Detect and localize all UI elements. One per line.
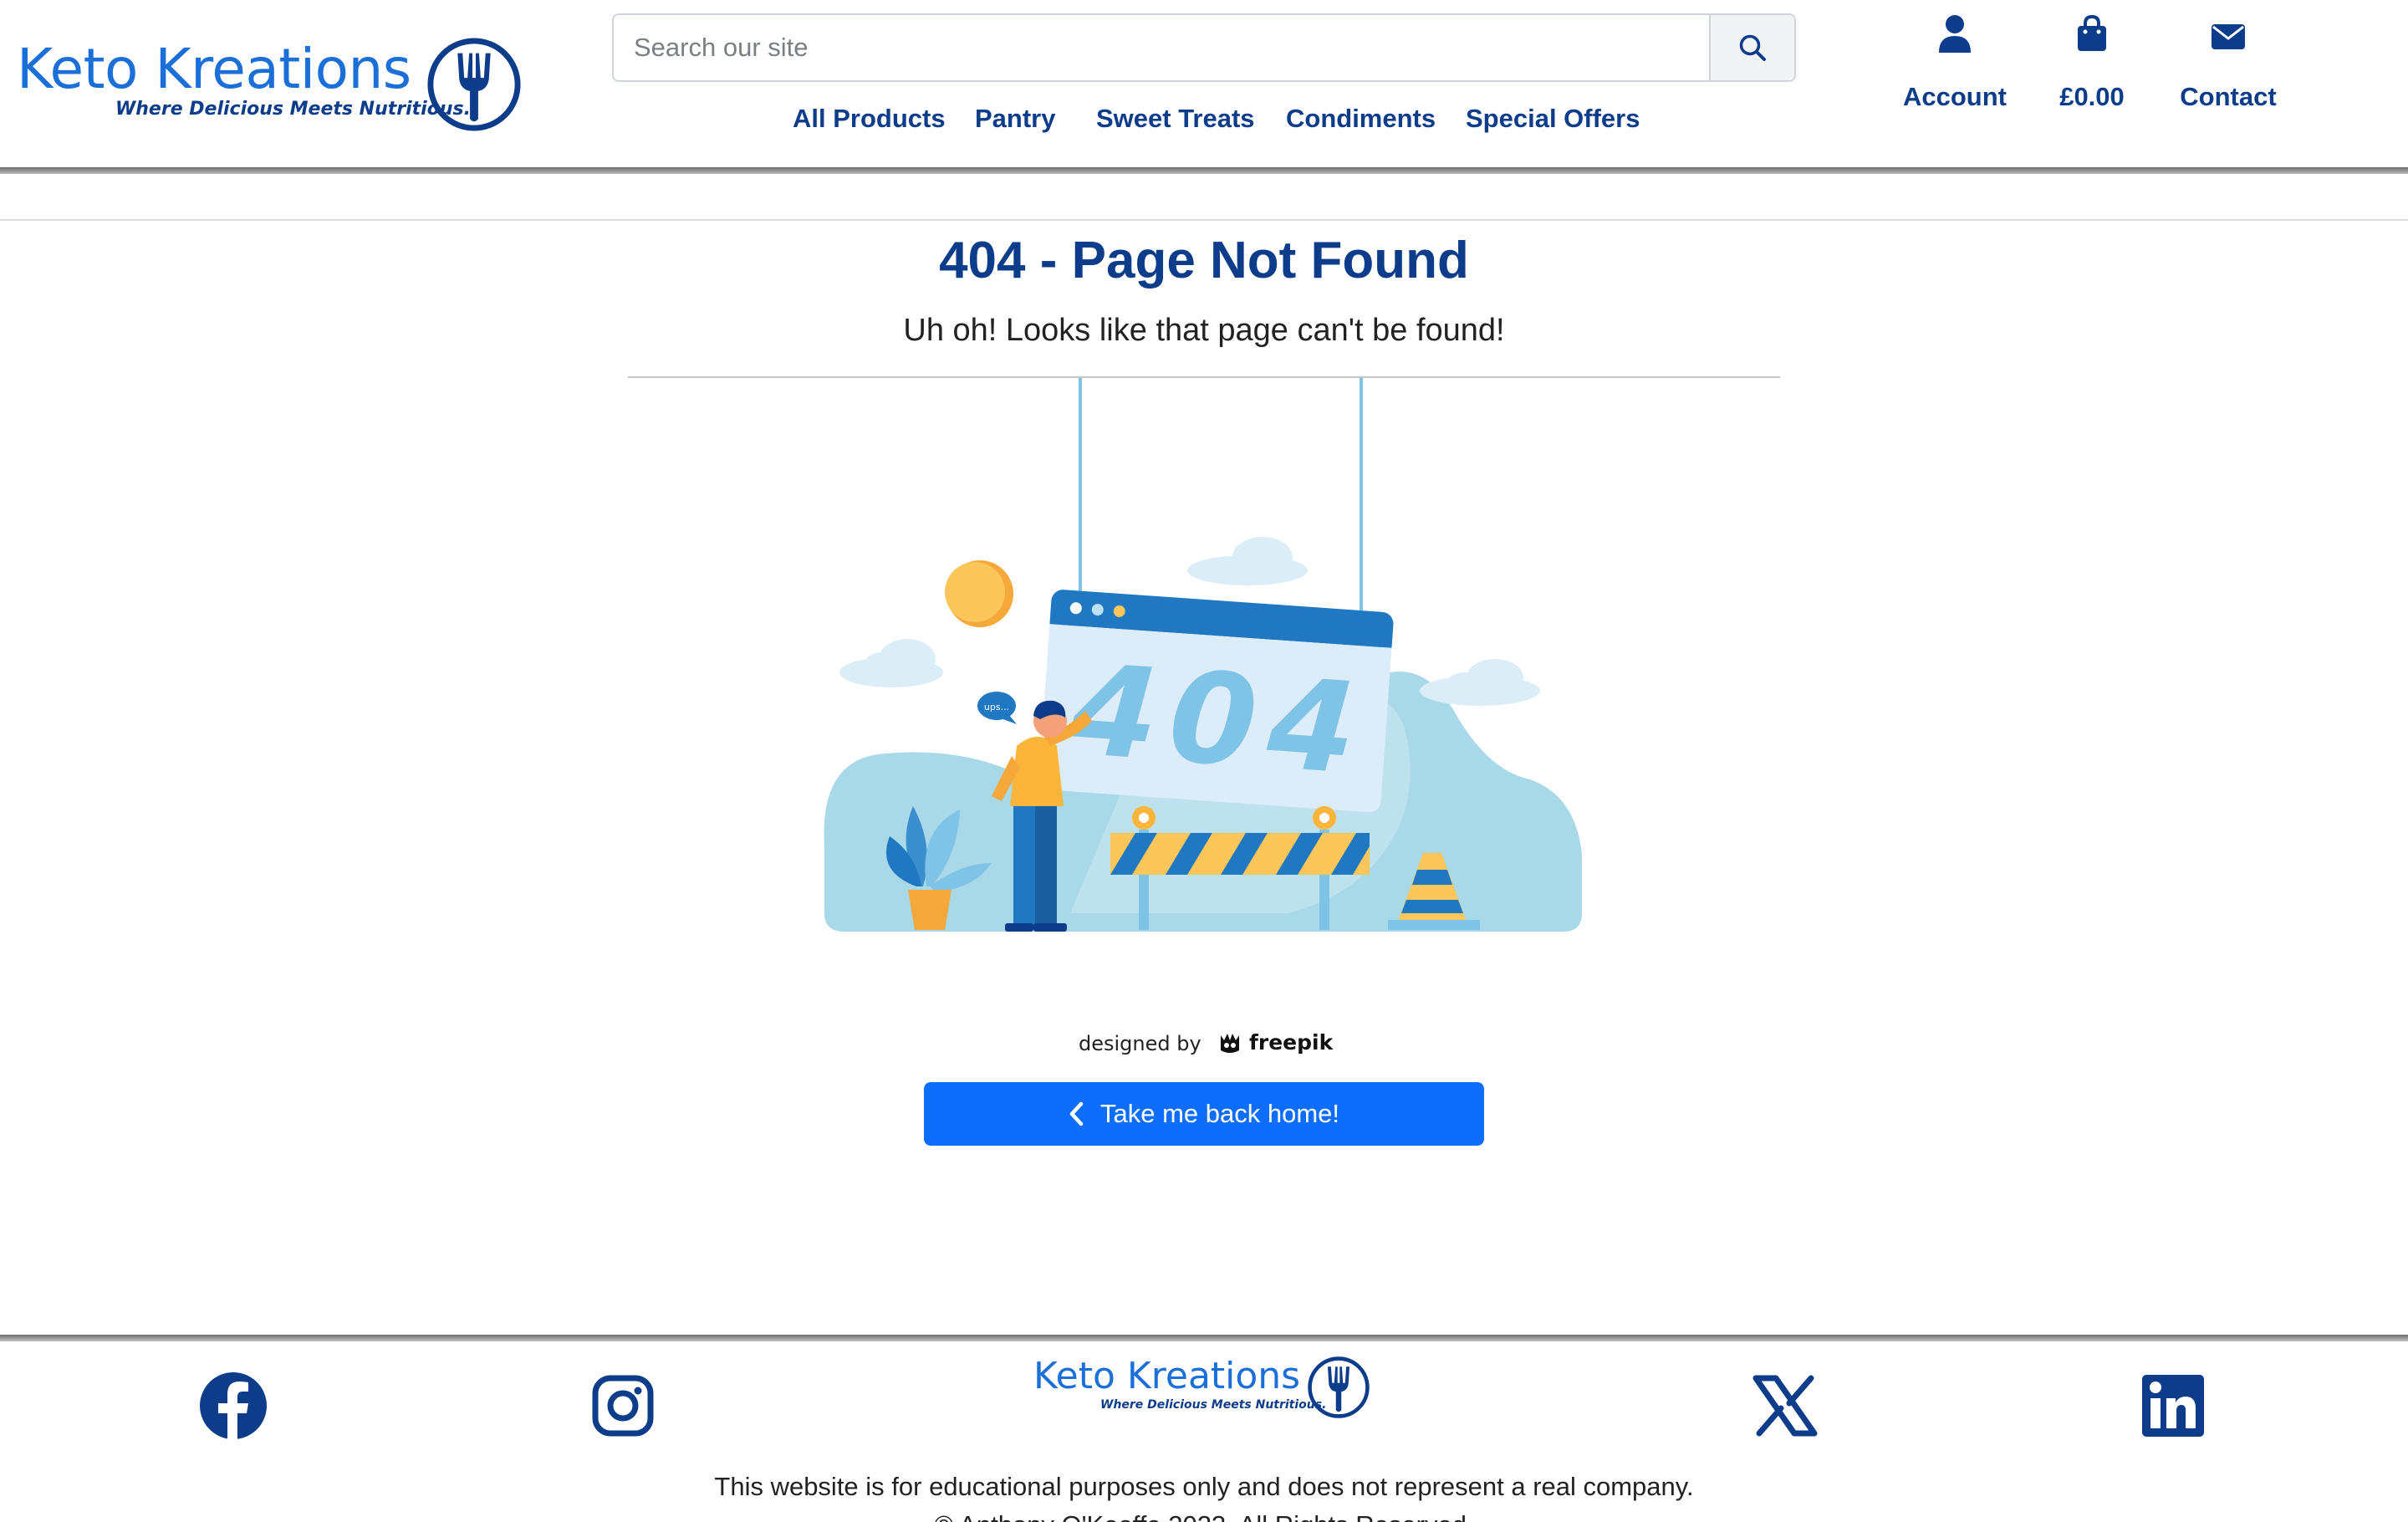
error-404-illustration: 404 ups... [824,378,1582,932]
header-divider [0,167,2408,174]
nav-pantry[interactable]: Pantry [975,104,1055,134]
footer-logo[interactable]: Keto Kreations Where Delicious Meets Nut… [1033,1355,1373,1420]
x-twitter-icon [1752,1375,1818,1437]
nav-special-offers[interactable]: Special Offers [1466,104,1640,134]
account-link[interactable]: Account [1884,12,2026,112]
facebook-icon [200,1372,267,1440]
svg-text:ups...: ups... [984,702,1009,712]
chevron-left-icon [1069,1101,1084,1126]
linkedin-link[interactable] [2139,1371,2207,1440]
search-icon [1739,34,1766,61]
instagram-link[interactable] [589,1371,657,1440]
user-icon [1939,15,1971,53]
search-bar [612,13,1796,82]
linkedin-icon [2142,1375,2204,1437]
content-divider [0,219,2408,221]
shopping-bag-icon [2078,14,2106,51]
basket-total: £0.00 [2059,82,2125,111]
search-input[interactable] [614,15,1711,80]
credit-brand: freepik [1249,1030,1334,1055]
site-header: Keto Kreations Where Delicious Meets Nut… [0,0,2408,169]
account-label: Account [1903,82,2007,111]
search-button[interactable] [1709,15,1794,80]
contact-link[interactable]: Contact [2157,12,2299,112]
freepik-credit: designed by freepik [1079,1030,1333,1059]
contact-label: Contact [2180,82,2277,111]
footer-disclaimer: This website is for educational purposes… [714,1472,1694,1501]
x-link[interactable] [1751,1371,1819,1440]
nav-sweet-treats[interactable]: Sweet Treats [1096,104,1255,134]
back-home-button[interactable]: Take me back home! [924,1082,1484,1146]
sign-404-text: 404 [1065,637,1372,803]
footer-logo-name: Keto Kreations [1033,1355,1301,1397]
nav-all-products[interactable]: All Products [793,104,946,134]
page-title: 404 - Page Not Found [939,232,1469,289]
freepik-logo-icon [1221,1034,1239,1053]
basket-link[interactable]: £0.00 [2021,12,2163,112]
credit-prefix: designed by [1079,1032,1201,1055]
footer-divider [0,1335,2408,1341]
instagram-icon [592,1375,654,1437]
footer-logo-tagline: Where Delicious Meets Nutritious. [1100,1398,1327,1412]
envelope-icon [2212,24,2245,49]
footer-copyright: © Anthony O'Keeffe 2023. All Rights Rese… [0,1510,2408,1522]
fork-icon [1308,1356,1370,1418]
back-home-label: Take me back home! [1099,1099,1340,1128]
page-subtitle: Uh oh! Looks like that page can't be fou… [903,313,1505,348]
facebook-link[interactable] [199,1371,268,1440]
logo-name: Keto Kreations [17,37,411,101]
nav-condiments[interactable]: Condiments [1286,104,1436,134]
